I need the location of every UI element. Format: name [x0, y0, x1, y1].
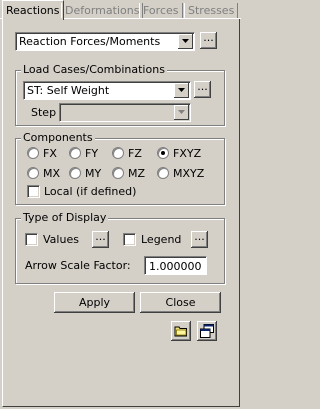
components-title: Components [21, 131, 95, 144]
radio-fxyz-label: FXYZ [173, 147, 202, 160]
radio-mx-label: MX [43, 167, 61, 180]
arrow-scale-label: Arrow Scale Factor: [25, 259, 131, 272]
copy-windows-button[interactable] [197, 321, 217, 341]
load-case-value: ST: Self Weight [27, 84, 110, 97]
radio-fx[interactable] [27, 147, 39, 159]
local-label: Local (if defined) [44, 185, 137, 198]
radio-fz-label: FZ [128, 147, 142, 160]
step-label: Step [31, 106, 57, 119]
radio-fy-label: FY [85, 147, 99, 160]
local-checkbox[interactable] [27, 185, 40, 198]
result-type-browse-button[interactable]: ... [200, 32, 217, 49]
radio-fz[interactable] [112, 147, 124, 159]
arrow-scale-input[interactable]: 1.000000 [144, 256, 207, 275]
radio-fxyz[interactable] [157, 147, 169, 159]
radio-mz[interactable] [112, 167, 124, 179]
radio-mx[interactable] [27, 167, 39, 179]
radio-mz-label: MZ [128, 167, 146, 180]
chevron-down-icon[interactable] [178, 34, 193, 49]
tab-strip: Reactions Deformations Forces Stresses [0, 0, 241, 20]
step-select[interactable] [59, 103, 191, 122]
radio-mxyz-label: MXYZ [173, 167, 205, 180]
result-type-select[interactable]: Reaction Forces/Moments [15, 32, 195, 51]
load-cases-title: Load Cases/Combinations [21, 63, 167, 76]
radio-selected-dot [161, 151, 165, 155]
close-button[interactable]: Close [140, 292, 221, 313]
tab-forces[interactable]: Forces [139, 3, 183, 18]
chevron-down-icon[interactable] [174, 83, 189, 98]
values-label: Values [43, 233, 79, 246]
radio-mxyz[interactable] [157, 167, 169, 179]
tab-reactions[interactable]: Reactions [2, 0, 64, 20]
display-title: Type of Display [21, 211, 109, 224]
values-browse-button[interactable]: ... [92, 231, 109, 248]
radio-fx-label: FX [43, 147, 57, 160]
copy-windows-icon [200, 324, 214, 338]
folder-button[interactable] [171, 321, 191, 341]
legend-checkbox[interactable] [123, 233, 136, 246]
load-case-select[interactable]: ST: Self Weight [23, 81, 191, 100]
radio-fy[interactable] [69, 147, 81, 159]
values-checkbox[interactable] [25, 233, 38, 246]
legend-browse-button[interactable]: ... [191, 231, 208, 248]
chevron-down-icon[interactable] [174, 105, 189, 120]
tab-stresses[interactable]: Stresses [184, 3, 239, 18]
tab-deformations[interactable]: Deformations [61, 3, 144, 18]
apply-button[interactable]: Apply [54, 292, 135, 313]
radio-my[interactable] [69, 167, 81, 179]
legend-label: Legend [141, 233, 182, 246]
radio-my-label: MY [85, 167, 102, 180]
load-case-browse-button[interactable]: ... [194, 81, 211, 98]
folder-icon [174, 326, 187, 337]
result-type-value: Reaction Forces/Moments [19, 35, 161, 48]
